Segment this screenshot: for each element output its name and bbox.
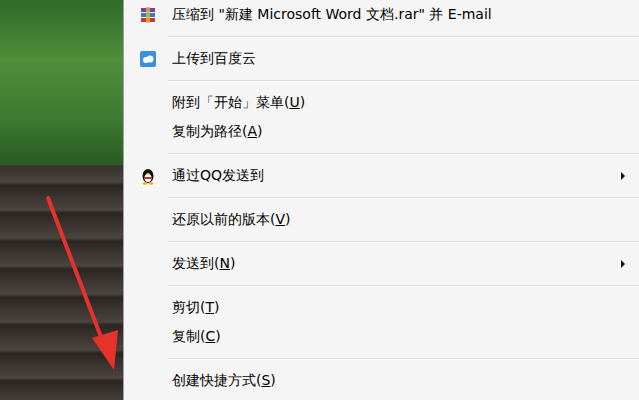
- menu-icon-cell: [124, 50, 172, 68]
- submenu-arrow-icon: [621, 172, 625, 180]
- menu-label: 上传到百度云: [172, 50, 627, 68]
- menu-item[interactable]: 发送到(N): [124, 249, 639, 278]
- menu-item[interactable]: 还原以前的版本(V): [124, 205, 639, 234]
- menu-icon-cell: [124, 6, 172, 24]
- menu-separator: [124, 351, 639, 366]
- menu-item[interactable]: 创建快捷方式(S): [124, 366, 639, 395]
- menu-separator: [124, 29, 639, 44]
- menu-item[interactable]: 压缩到 "新建 Microsoft Word 文档.rar" 并 E-mail: [124, 0, 639, 29]
- menu-item[interactable]: 剪切(T): [124, 293, 639, 322]
- menu-label: 发送到(N): [172, 255, 621, 273]
- menu-label: 复制(C): [172, 328, 627, 346]
- menu-separator: [124, 234, 639, 249]
- cloud-icon: [139, 50, 157, 68]
- context-menu: 压缩到 "新建 Microsoft Word 文档.rar" 并 E-mail 上…: [123, 0, 639, 400]
- menu-label: 剪切(T): [172, 299, 627, 317]
- menu-label: 压缩到 "新建 Microsoft Word 文档.rar" 并 E-mail: [172, 6, 627, 24]
- archive-icon: [139, 6, 157, 24]
- menu-label: 复制为路径(A): [172, 123, 627, 141]
- menu-separator: [124, 190, 639, 205]
- red-arrow-icon: [0, 0, 639, 400]
- menu-item[interactable]: 复制(C): [124, 322, 639, 351]
- menu-separator: [124, 73, 639, 88]
- penguin-icon: [139, 167, 157, 185]
- menu-item[interactable]: 复制为路径(A): [124, 117, 639, 146]
- menu-separator: [124, 278, 639, 293]
- submenu-arrow-icon: [621, 260, 625, 268]
- menu-label: 附到「开始」菜单(U): [172, 94, 627, 112]
- desktop-photo: [0, 0, 123, 400]
- menu-item[interactable]: 通过QQ发送到: [124, 161, 639, 190]
- menu-item[interactable]: 附到「开始」菜单(U): [124, 88, 639, 117]
- menu-label: 创建快捷方式(S): [172, 372, 627, 390]
- menu-item[interactable]: 上传到百度云: [124, 44, 639, 73]
- screen: 压缩到 "新建 Microsoft Word 文档.rar" 并 E-mail 上…: [0, 0, 639, 400]
- menu-icon-cell: [124, 167, 172, 185]
- menu-label: 还原以前的版本(V): [172, 211, 627, 229]
- menu-label: 通过QQ发送到: [172, 167, 621, 185]
- menu-separator: [124, 146, 639, 161]
